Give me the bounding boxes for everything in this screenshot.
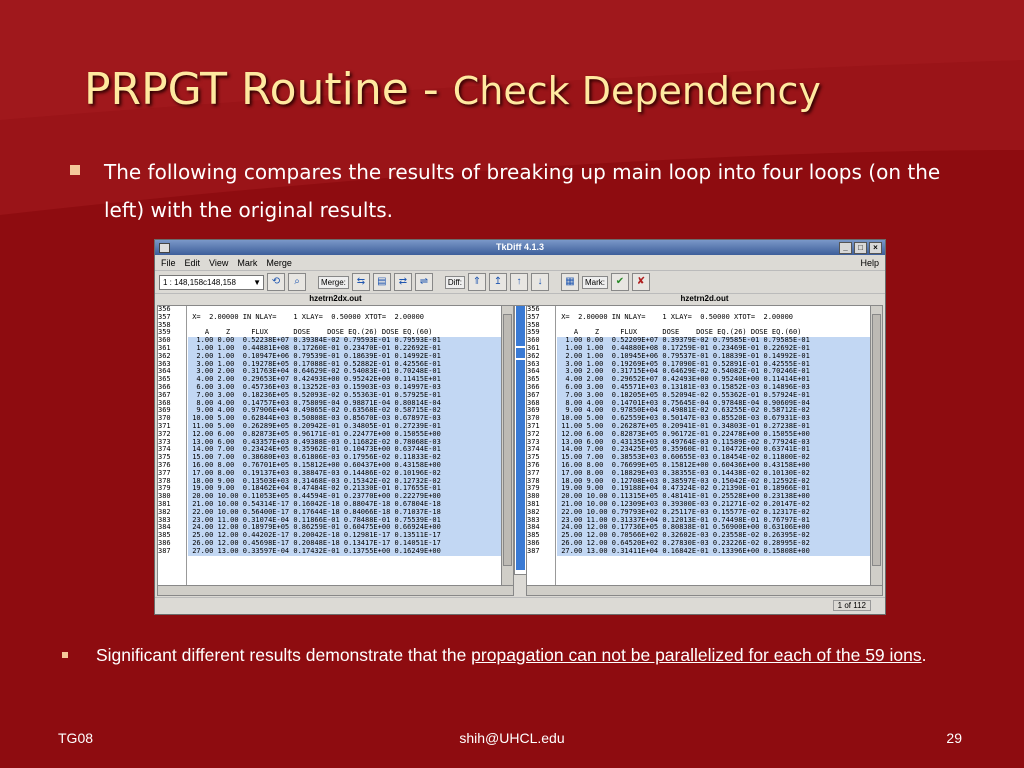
report-icon[interactable]: ▦ bbox=[560, 273, 579, 291]
diff-panes: hzetrn2dx.out 356 357 358 359 360 361 362 363 36… bbox=[155, 293, 885, 587]
minimize-button[interactable]: _ bbox=[839, 242, 852, 254]
right-horizontal-scrollbar[interactable] bbox=[526, 585, 883, 596]
window-title: TkDiff 4.1.3 bbox=[495, 242, 544, 252]
menu-edit[interactable]: Edit bbox=[185, 258, 201, 268]
slide-number: 29 bbox=[946, 730, 962, 746]
left-file-name: hzetrn2dx.out bbox=[309, 294, 362, 303]
menubar: File Edit View Mark Merge Help bbox=[155, 255, 885, 270]
left-content: X= 2.00000 IN NLAY= 1 XLAY= 0.50000 XTOT… bbox=[188, 306, 501, 586]
first-diff-icon[interactable]: ⇑ bbox=[467, 273, 486, 291]
bullet-1: The following compares the results of br… bbox=[70, 153, 970, 229]
line-number: 387 bbox=[527, 546, 540, 555]
diff-label: Diff: bbox=[444, 275, 465, 289]
right-text-area[interactable]: 356 357 358 359 360 361 362 363 364 365 366 367 368 3… bbox=[526, 305, 871, 587]
right-pane: hzetrn2d.out 356 357 358 359 360 361 362 363 364… bbox=[526, 293, 883, 587]
window-titlebar: TkDiff 4.1.3 _ □ × bbox=[155, 240, 885, 255]
bullet-2-text: Significant different results demonstrat… bbox=[96, 645, 927, 665]
mark-label: Mark: bbox=[581, 275, 608, 289]
merge-label: Merge: bbox=[318, 275, 349, 289]
prev-diff-icon[interactable]: ↥ bbox=[488, 273, 507, 291]
menu-merge[interactable]: Merge bbox=[266, 258, 292, 268]
line-number: 387 bbox=[158, 546, 171, 555]
left-horizontal-scrollbar[interactable] bbox=[157, 585, 514, 596]
bullet-2: Significant different results demonstrat… bbox=[62, 638, 982, 673]
footer-center: shih@UHCL.edu bbox=[459, 730, 565, 746]
mark-clear-icon[interactable]: ✘ bbox=[631, 273, 650, 291]
window-menu-icon[interactable] bbox=[159, 243, 170, 253]
close-button[interactable]: × bbox=[869, 242, 882, 254]
merge-both-icon[interactable]: ⇄ bbox=[393, 273, 412, 291]
menu-file[interactable]: File bbox=[161, 258, 176, 268]
binoculars-icon[interactable]: ⌕ bbox=[288, 273, 306, 291]
down-arrow-icon[interactable]: ↓ bbox=[530, 273, 549, 291]
left-vertical-scrollbar[interactable] bbox=[501, 305, 514, 587]
bullet-square-icon bbox=[62, 652, 68, 658]
tkdiff-window: TkDiff 4.1.3 _ □ × File Edit View Mark M… bbox=[154, 239, 886, 615]
bullet-1-text: The following compares the results of br… bbox=[104, 160, 941, 222]
diff-line: 27.00 13.00 0.33597E-04 0.17432E-01 0.13… bbox=[188, 547, 501, 556]
toolbar: 1 : 148,158c148,158 ▼ ⟲ ⌕ Merge: ⇆ ▤ ⇄ ⇌… bbox=[155, 270, 885, 294]
horizontal-scrollbars bbox=[157, 585, 883, 596]
menu-mark[interactable]: Mark bbox=[237, 258, 257, 268]
right-content: X= 2.00000 IN NLAY= 1 XLAY= 0.50000 XTOT… bbox=[557, 306, 870, 586]
up-arrow-icon[interactable]: ↑ bbox=[509, 273, 528, 291]
maximize-button[interactable]: □ bbox=[854, 242, 867, 254]
bullet-2-emphasis[interactable]: propagation can not be parallelized for … bbox=[471, 645, 921, 665]
diff-status: 1 of 112 bbox=[832, 600, 871, 611]
rediff-icon[interactable]: ⟲ bbox=[267, 273, 285, 291]
left-line-numbers: 356 357 358 359 360 361 362 363 364 365 366 367 368 3… bbox=[158, 306, 187, 586]
right-file-name: hzetrn2d.out bbox=[680, 294, 729, 303]
right-vertical-scrollbar[interactable] bbox=[870, 305, 883, 587]
right-line-numbers: 356 357 358 359 360 361 362 363 364 365 366 367 368 3… bbox=[527, 306, 556, 586]
merge-right-icon[interactable]: ⇌ bbox=[414, 273, 433, 291]
merge-choice-icon[interactable]: ▤ bbox=[372, 273, 391, 291]
slide-title: PRPGT Routine - Check Dependency bbox=[84, 64, 821, 115]
diff-line: 27.00 13.00 0.31411E+04 0.16842E-01 0.13… bbox=[557, 547, 870, 556]
text-line: X= 2.00000 IN NLAY= 1 XLAY= 0.50000 XTOT… bbox=[557, 312, 794, 321]
merge-left-icon[interactable]: ⇆ bbox=[351, 273, 370, 291]
bullet-square-icon bbox=[70, 165, 80, 175]
mark-set-icon[interactable]: ✔ bbox=[610, 273, 629, 291]
statusbar: 1 of 112 bbox=[155, 597, 885, 614]
left-text-area[interactable]: 356 357 358 359 360 361 362 363 364 365 366 367 368 3… bbox=[157, 305, 502, 587]
chevron-down-icon[interactable]: ▼ bbox=[253, 276, 261, 289]
diff-combo[interactable]: 1 : 148,158c148,158 ▼ bbox=[159, 274, 264, 290]
text-line: X= 2.00000 IN NLAY= 1 XLAY= 0.50000 XTOT… bbox=[188, 312, 425, 321]
left-pane: hzetrn2dx.out 356 357 358 359 360 361 362 363 36… bbox=[157, 293, 514, 587]
menu-help[interactable]: Help bbox=[860, 258, 879, 268]
menu-view[interactable]: View bbox=[209, 258, 228, 268]
